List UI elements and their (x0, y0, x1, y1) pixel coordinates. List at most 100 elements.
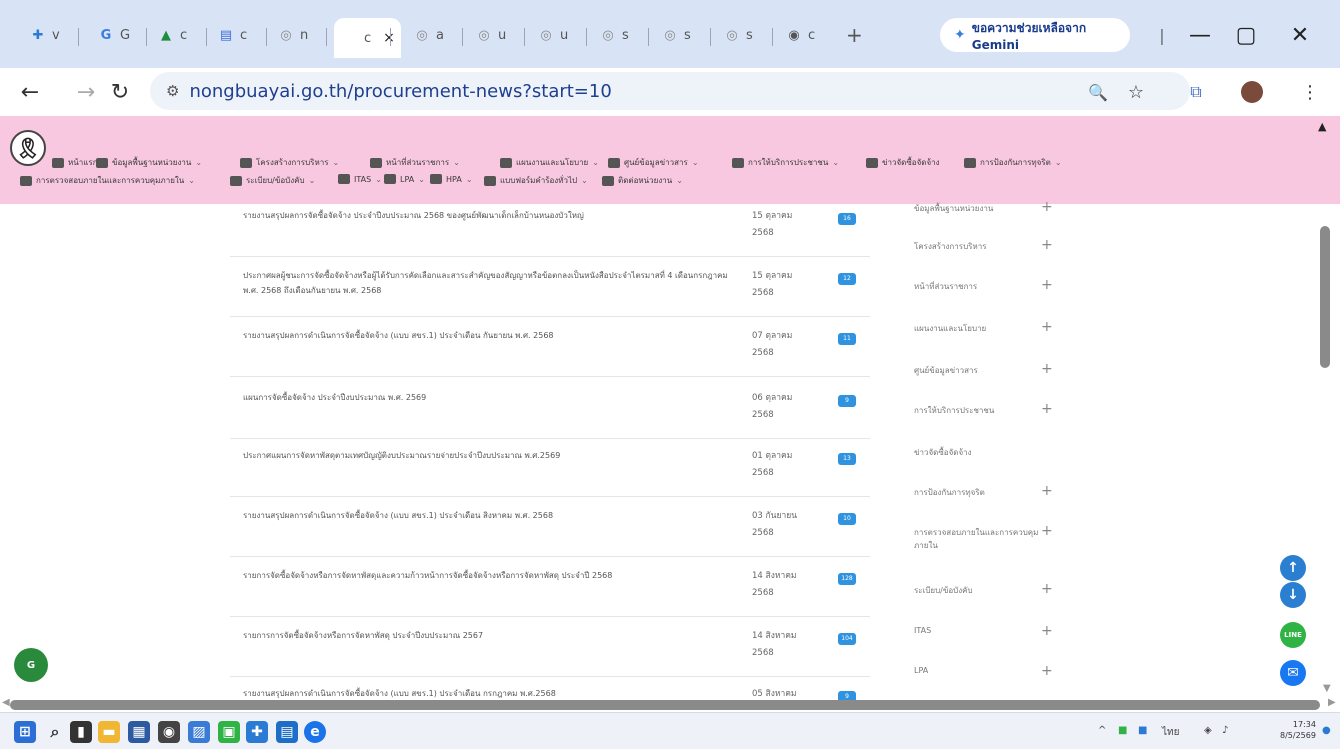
browser-menu-button[interactable]: ⋮ (1294, 76, 1326, 108)
maximize-button[interactable]: ▢ (1226, 20, 1266, 50)
clock[interactable]: 17:34 8/5/2569 (1280, 719, 1316, 741)
browser-tab[interactable]: ▤ c (210, 18, 253, 52)
close-window-button[interactable]: ✕ (1280, 20, 1320, 50)
forward-button[interactable]: → (70, 76, 102, 108)
wifi-icon[interactable]: ◈ (1204, 725, 1212, 736)
browser-tab[interactable]: ◎ s (716, 18, 759, 52)
browser-tab[interactable]: GG (90, 18, 136, 52)
sidebar-item[interactable]: ศูนย์ข้อมูลข่าวสาร + (914, 361, 1054, 377)
site-settings-icon[interactable]: ⚙ (166, 82, 179, 100)
task-view-icon[interactable]: ▮ (70, 721, 92, 743)
expand-plus-icon[interactable]: + (1041, 319, 1053, 335)
nav-item[interactable]: โครงสร้างการบริหาร ⌄ (240, 156, 339, 169)
browser-tab[interactable]: ◎ a (406, 18, 450, 52)
sidebar-item[interactable]: ระเบียบ/ข้อบังคับ + (914, 581, 1054, 597)
sidebar-item[interactable]: ข้อมูลพื้นฐานหน่วยงาน + (914, 199, 1054, 215)
nav-item[interactable]: การให้บริการประชาชน ⌄ (732, 156, 839, 169)
scroll-left-arrow[interactable]: ◀ (2, 697, 10, 708)
chrome-icon[interactable]: ◉ (158, 721, 180, 743)
expand-plus-icon[interactable]: + (1041, 401, 1053, 417)
nav-item[interactable]: ข่าวจัดซื้อจัดจ้าง (866, 156, 940, 169)
expand-plus-icon[interactable]: + (1041, 483, 1053, 499)
scroll-up-arrow[interactable]: ▲ (1318, 120, 1326, 133)
lens-icon[interactable]: ⧉ (1180, 76, 1212, 108)
new-tab-button[interactable]: + (840, 18, 869, 52)
browser-tab[interactable]: ◎ s (654, 18, 697, 52)
nav-item[interactable]: ระเบียบ/ข้อบังคับ ⌄ (230, 174, 315, 187)
news-title-link[interactable]: แผนการจัดซื้อจัดจ้าง ประจำปีงบประมาณ พ.ศ… (243, 390, 733, 405)
app-icon[interactable]: ✚ (246, 721, 268, 743)
expand-plus-icon[interactable]: + (1041, 663, 1053, 679)
sidebar-item[interactable]: ITAS + (914, 623, 1054, 639)
start-button[interactable]: ⊞ (14, 721, 36, 743)
scroll-right-arrow[interactable]: ▶ (1328, 697, 1336, 708)
nav-item[interactable]: การตรวจสอบภายในและการควบคุมภายใน ⌄ (20, 174, 195, 187)
expand-plus-icon[interactable]: + (1041, 623, 1053, 639)
browser-tab[interactable]: ◎ s (592, 18, 635, 52)
messenger-button[interactable]: ✉ (1280, 660, 1306, 686)
vertical-scrollbar[interactable] (1320, 226, 1330, 368)
nav-item[interactable]: การป้องกันการทุจริต ⌄ (964, 156, 1062, 169)
sidebar-item[interactable]: ข่าวจัดซื้อจัดจ้าง (914, 446, 1054, 459)
google-assistant-bubble[interactable]: G (14, 648, 48, 682)
search-icon[interactable]: ⌕ (44, 721, 66, 743)
news-title-link[interactable]: รายการจัดซื้อจัดจ้างหรือการจัดหาพัสดุและ… (243, 568, 733, 583)
language-indicator[interactable]: ไทย (1162, 725, 1179, 740)
news-title-link[interactable]: ประกาศแผนการจัดหาพัสดุตามเทศบัญญัติงบประ… (243, 448, 733, 463)
outlook-icon[interactable]: ▤ (276, 721, 298, 743)
sidebar-item[interactable]: โครงสร้างการบริหาร + (914, 237, 1054, 253)
nav-item[interactable]: แบบฟอร์มคำร้องทั่วไป ⌄ (484, 174, 588, 187)
reload-button[interactable]: ↻ (104, 76, 136, 108)
news-title-link[interactable]: รายการการจัดซื้อจัดจ้างหรือการจัดหาพัสดุ… (243, 628, 733, 643)
edge-icon[interactable]: e (304, 721, 326, 743)
expand-plus-icon[interactable]: + (1041, 237, 1053, 253)
sidebar-item[interactable]: หน้าที่ส่วนราชการ + (914, 277, 1054, 293)
file-explorer-icon[interactable]: ▬ (98, 721, 120, 743)
nav-item[interactable]: หน้าแรก (52, 156, 98, 169)
expand-plus-icon[interactable]: + (1041, 361, 1053, 377)
zoom-icon[interactable]: 🔍 (1082, 76, 1114, 108)
browser-tab[interactable]: ◎ u (468, 18, 512, 52)
store-icon[interactable]: ▦ (128, 721, 150, 743)
sidebar-item[interactable]: การตรวจสอบภายในและการควบคุมภายใน + (914, 523, 1054, 552)
line-button[interactable]: LINE (1280, 622, 1306, 648)
browser-tab[interactable]: ◉ c (778, 18, 821, 52)
volume-icon[interactable]: ♪ (1222, 725, 1228, 736)
nav-item[interactable]: ศูนย์ข้อมูลข่าวสาร ⌄ (608, 156, 699, 169)
browser-tab[interactable]: ◎ n (270, 18, 314, 52)
news-title-link[interactable]: รายงานสรุปผลการดำเนินการจัดซื้อจัดจ้าง (… (243, 508, 733, 523)
nav-item[interactable]: ข้อมูลพื้นฐานหน่วยงาน ⌄ (96, 156, 202, 169)
chevron-up-icon[interactable]: ^ (1098, 725, 1106, 736)
nav-item[interactable]: ITAS ⌄ (338, 174, 382, 184)
browser-tab[interactable]: ◎ u (530, 18, 574, 52)
url-bar[interactable]: ⚙ nongbuayai.go.th/procurement-news?star… (150, 72, 1190, 110)
scroll-bottom-button[interactable]: ↓ (1280, 582, 1306, 608)
nav-item[interactable]: HPA ⌄ (430, 174, 473, 184)
horizontal-scrollbar[interactable] (10, 700, 1320, 710)
scroll-down-arrow[interactable]: ▼ (1323, 683, 1331, 694)
nav-item[interactable]: หน้าที่ส่วนราชการ ⌄ (370, 156, 460, 169)
news-title-link[interactable]: ประกาศผลผู้ชนะการจัดซื้อจัดจ้างหรือผู้ได… (243, 268, 733, 298)
news-title-link[interactable]: รายงานสรุปผลการจัดซื้อจัดจ้าง ประจำปีงบป… (243, 208, 733, 223)
profile-avatar[interactable] (1236, 76, 1268, 108)
nav-item[interactable]: LPA ⌄ (384, 174, 425, 184)
tray-app-icon[interactable]: ■ (1138, 725, 1147, 736)
expand-plus-icon[interactable]: + (1041, 277, 1053, 293)
bookmark-star-icon[interactable]: ☆ (1120, 76, 1152, 108)
tray-line-icon[interactable]: ■ (1118, 725, 1127, 736)
nav-item[interactable]: ติดต่อหน่วยงาน ⌄ (602, 174, 683, 187)
expand-plus-icon[interactable]: + (1041, 199, 1053, 215)
news-title-link[interactable]: รายงานสรุปผลการดำเนินการจัดซื้อจัดจ้าง (… (243, 686, 733, 701)
scroll-top-button[interactable]: ↑ (1280, 555, 1306, 581)
sidebar-item[interactable]: การให้บริการประชาชน + (914, 401, 1054, 417)
line-app-icon[interactable]: ▣ (218, 721, 240, 743)
news-title-link[interactable]: รายงานสรุปผลการดำเนินการจัดซื้อจัดจ้าง (… (243, 328, 733, 343)
browser-tab[interactable]: ✚ v (22, 18, 66, 52)
photos-icon[interactable]: ▨ (188, 721, 210, 743)
gemini-button[interactable]: ✦ ขอความช่วยเหลือจาก Gemini (940, 18, 1130, 52)
sidebar-item[interactable]: แผนงานและนโยบาย + (914, 319, 1054, 335)
browser-tab[interactable]: ▲ c (150, 18, 193, 52)
minimize-button[interactable]: — (1180, 20, 1220, 50)
nav-item[interactable]: แผนงานและนโยบาย ⌄ (500, 156, 599, 169)
back-button[interactable]: ← (14, 76, 46, 108)
